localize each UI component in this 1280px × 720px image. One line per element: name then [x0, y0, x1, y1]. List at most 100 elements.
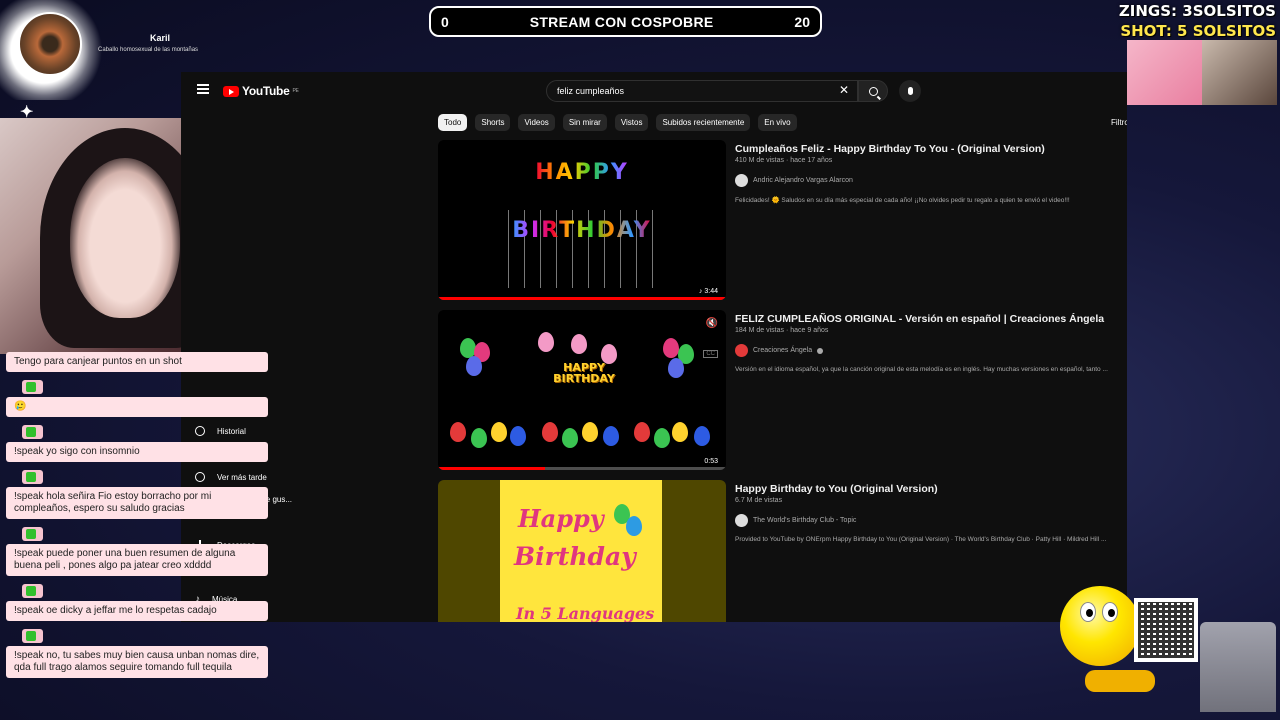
video-duration: ♪ 3:44 [695, 287, 721, 296]
balloon-decoration [491, 422, 507, 442]
balloon-decoration [450, 422, 466, 442]
thumbnail-text: In 5 Languages [516, 604, 655, 622]
balloon-decoration [542, 422, 558, 442]
video-title[interactable]: FELIZ CUMPLEAÑOS ORIGINAL - Versión en e… [735, 313, 1104, 325]
channel-name[interactable]: Andric Alejandro Vargas Alarcon [753, 177, 853, 184]
filter-chips: Todo Shorts Videos Sin mirar Vistos Subi… [438, 114, 797, 131]
video-result[interactable]: HAPPY BIRTHDAY 🔇 CC 0:53 FELIZ CUMPLEAÑO… [438, 310, 1108, 470]
webcam-face [70, 158, 180, 318]
chip-videos[interactable]: Videos [518, 114, 555, 131]
voice-search-button[interactable] [899, 80, 921, 102]
balloon-decoration [626, 516, 642, 536]
video-result[interactable]: HAPPY BIRTHDAY ♪ 3:44 Cumpleaños Feliz -… [438, 140, 1098, 300]
chat-username [22, 470, 43, 484]
channel-info[interactable]: Creaciones Ángela [735, 344, 824, 357]
mute-icon[interactable]: 🔇 [706, 318, 718, 329]
thumbnail-text: Birthday [514, 542, 636, 571]
banner-right-counter: 20 [794, 13, 810, 30]
video-thumbnail[interactable]: Happy Birthday In 5 Languages [438, 480, 726, 622]
balloon-decoration [466, 356, 482, 376]
youtube-play-icon [223, 85, 239, 97]
video-description: Provided to YouTube by ONErpm Happy Birt… [735, 536, 1107, 543]
chat-message: !speak yo sigo con insomnio [6, 424, 270, 462]
watch-progress-bar [438, 467, 545, 470]
balloon-decoration [510, 426, 526, 446]
video-title[interactable]: Cumpleaños Feliz - Happy Birthday To You… [735, 143, 1045, 155]
avatar [18, 12, 82, 76]
video-result[interactable]: Happy Birthday In 5 Languages Happy Birt… [438, 480, 1106, 622]
chip-subidos-recientemente[interactable]: Subidos recientemente [656, 114, 751, 131]
chat-message-text: Tengo para canjear puntos en un shot [6, 352, 268, 372]
duration-text: 3:44 [704, 288, 718, 295]
channel-info[interactable]: The World's Birthday Club - Topic [735, 514, 856, 527]
verified-icon [817, 347, 824, 354]
emoji-eye [1080, 602, 1096, 622]
chat-username [22, 380, 43, 394]
filters-button[interactable]: Filtros [1111, 118, 1127, 127]
youtube-window: YouTube PE feliz cumpleaños ✕ Historial … [181, 72, 1127, 622]
reaction-images [1127, 40, 1277, 105]
chat-message-text: !speak puede poner una buen resumen de a… [6, 544, 268, 576]
chat-username [22, 629, 43, 643]
captions-icon[interactable]: CC [703, 350, 718, 358]
video-description: Felicidades! 🌞 Saludos en su día más esp… [735, 197, 1070, 204]
clear-search-icon[interactable]: ✕ [839, 83, 849, 97]
shot-counter: SHOT: 5 SOLSITOS [1120, 22, 1276, 40]
video-thumbnail[interactable]: HAPPY BIRTHDAY ♪ 3:44 [438, 140, 726, 300]
kick-badge-icon [26, 382, 36, 392]
filters-label: Filtros [1111, 118, 1127, 127]
reaction-face-image [1202, 40, 1277, 105]
kick-badge-icon [26, 427, 36, 437]
chat-message-text: 🥲 [6, 397, 268, 417]
qr-code-image [1134, 598, 1198, 662]
balloon-decoration [694, 426, 710, 446]
chip-en-vivo[interactable]: En vivo [758, 114, 797, 131]
youtube-logo[interactable]: YouTube PE [223, 84, 299, 98]
kick-badge-icon [26, 631, 36, 641]
banner-title: STREAM CON COSPOBRE [529, 13, 714, 30]
balloon-decoration [571, 334, 587, 354]
chip-sin-mirar[interactable]: Sin mirar [562, 114, 607, 131]
region-code: PE [292, 88, 299, 94]
youtube-header: YouTube PE feliz cumpleaños ✕ [181, 72, 1127, 112]
thinking-emoji-image [1060, 586, 1140, 666]
video-meta: 184 M de vistas · hace 9 años [735, 327, 829, 334]
channel-avatar[interactable] [735, 344, 748, 357]
chat-message-text: !speak yo sigo con insomnio [6, 442, 268, 462]
search-button[interactable] [858, 80, 888, 102]
thumbnail-text: Happy [518, 504, 604, 533]
balloon-decoration [672, 422, 688, 442]
search-input[interactable]: feliz cumpleaños [546, 80, 858, 102]
menu-icon[interactable] [197, 84, 209, 94]
chat-message-text: !speak hola señira Fio estoy borracho po… [6, 487, 268, 519]
chat-message: !speak puede poner una buen resumen de a… [6, 526, 270, 576]
balloon-decoration [668, 358, 684, 378]
stream-chat: Tengo para canjear puntos en un shot 🥲 !… [6, 352, 270, 685]
balloon-decoration [562, 428, 578, 448]
balloon-decoration [582, 422, 598, 442]
video-description: Versión en el idioma español, ya que la … [735, 366, 1108, 373]
channel-name[interactable]: Creaciones Ángela [753, 347, 812, 354]
channel-avatar[interactable] [735, 174, 748, 187]
video-meta: 6.7 M de vistas [735, 497, 783, 504]
balloon-decoration [471, 428, 487, 448]
channel-avatar[interactable] [735, 514, 748, 527]
thumbnail-text: BIRTHDAY [512, 218, 652, 243]
channel-info[interactable]: Andric Alejandro Vargas Alarcon [735, 174, 853, 187]
thumbnail-text: BIRTHDAY [553, 372, 615, 385]
chip-vistos[interactable]: Vistos [614, 114, 649, 131]
thumbnail-happy-text: HAPPY [438, 160, 726, 185]
chat-message: !speak oe dicky a jeffar me lo respetas … [6, 583, 270, 621]
qr-code-pattern [1138, 602, 1194, 658]
video-thumbnail[interactable]: HAPPY BIRTHDAY 🔇 CC 0:53 [438, 310, 726, 470]
chat-message-text: !speak no, tu sabes muy bien causa unban… [6, 646, 268, 678]
video-title[interactable]: Happy Birthday to You (Original Version) [735, 483, 938, 495]
chip-todo[interactable]: Todo [438, 114, 468, 131]
thumbnail-card: Happy Birthday In 5 Languages [500, 480, 662, 622]
channel-name[interactable]: The World's Birthday Club - Topic [753, 517, 856, 524]
chat-message: Tengo para canjear puntos en un shot [6, 352, 270, 372]
video-duration: 0:53 [701, 457, 721, 466]
kick-badge-icon [26, 472, 36, 482]
chip-shorts[interactable]: Shorts [475, 114, 511, 131]
balloon-decoration [654, 428, 670, 448]
